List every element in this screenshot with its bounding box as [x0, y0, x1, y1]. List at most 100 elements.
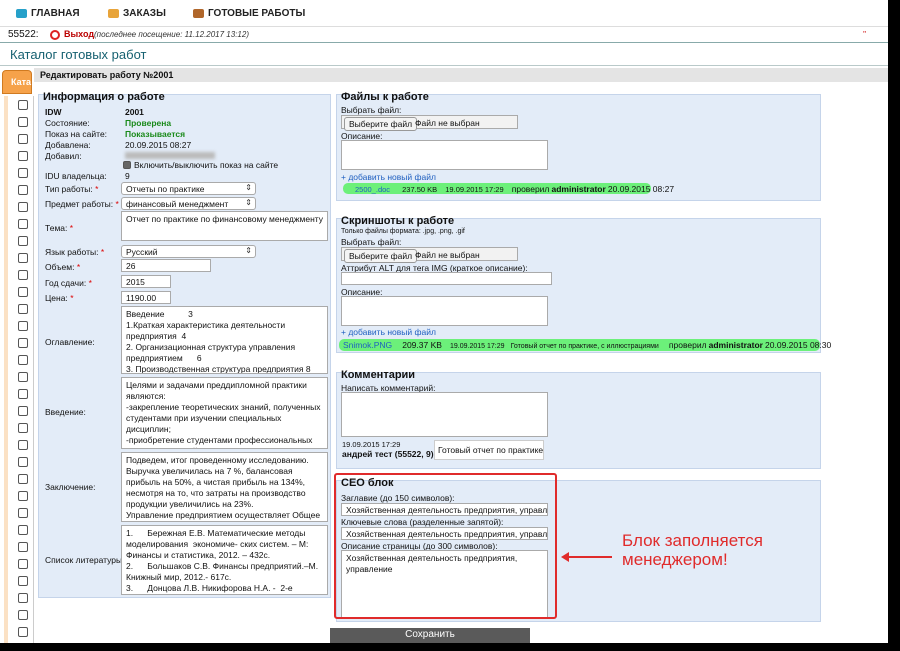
row-checkbox[interactable]: [18, 457, 28, 467]
row-checkbox[interactable]: [18, 270, 28, 280]
nav-orders-label: ЗАКАЗЫ: [123, 8, 166, 19]
row-checkbox[interactable]: [18, 338, 28, 348]
row-checkbox[interactable]: [18, 627, 28, 637]
row-checkbox[interactable]: [18, 100, 28, 110]
lit-field[interactable]: 1. Бережная Е.В. Математические методы м…: [121, 525, 328, 595]
file-chip[interactable]: 2500_.doc 237.50 KB 19.09.2015 17:29 про…: [343, 183, 674, 194]
row-checkbox[interactable]: [18, 372, 28, 382]
files-choose-button[interactable]: Выберите файл: [344, 117, 418, 131]
shots-add-link[interactable]: + добавить новый файл: [341, 327, 436, 337]
file-chip-admin: administrator: [551, 184, 606, 194]
row-checkbox[interactable]: [18, 576, 28, 586]
power-icon[interactable]: [50, 30, 60, 40]
shots-alt-field[interactable]: [341, 272, 552, 285]
row-checkbox[interactable]: [18, 168, 28, 178]
row-checkbox[interactable]: [18, 253, 28, 263]
topic-label: Тема: *: [45, 223, 74, 233]
comments-panel-title: Комментарии: [341, 369, 416, 381]
shots-no-file: Файл не выбран: [415, 250, 480, 260]
nav-home[interactable]: ГЛАВНАЯ: [16, 8, 80, 19]
row-checkbox[interactable]: [18, 304, 28, 314]
row-checkbox[interactable]: [18, 134, 28, 144]
idw-label: IDW: [45, 107, 62, 117]
row-checkbox[interactable]: [18, 355, 28, 365]
screenshot-chip[interactable]: Snimok.PNG 209.37 KB 19.09.2015 17:29 Го…: [339, 339, 831, 351]
files-no-file: Файл не выбран: [415, 118, 480, 128]
row-checkbox[interactable]: [18, 321, 28, 331]
lang-select[interactable]: Русский: [121, 245, 256, 258]
edit-header: Редактировать работу №2001: [34, 68, 888, 82]
row-checkbox[interactable]: [18, 440, 28, 450]
row-checkbox[interactable]: [18, 525, 28, 535]
file-chip-date: 19.09.2015 17:29: [445, 185, 504, 194]
file-chip-checked-date: 20.09.2015 08:27: [607, 184, 675, 194]
nav-orders[interactable]: ЗАКАЗЫ: [108, 8, 166, 19]
intro-field[interactable]: Целями и задачами преддипломной практики…: [121, 377, 328, 449]
row-checkbox[interactable]: [18, 593, 28, 603]
row-checkbox[interactable]: [18, 117, 28, 127]
shots-desc-field[interactable]: [341, 296, 548, 326]
addedby-label: Добавил:: [45, 151, 82, 161]
year-field[interactable]: 2015: [121, 275, 171, 288]
screenshot-chip-admin: administrator: [708, 340, 763, 350]
show-toggle-checkbox[interactable]: [123, 161, 131, 169]
row-checkbox[interactable]: [18, 287, 28, 297]
row-checkbox[interactable]: [18, 610, 28, 620]
year-label: Год сдачи: *: [45, 278, 92, 288]
lang-label: Язык работы: *: [45, 247, 105, 257]
row-checkbox[interactable]: [18, 236, 28, 246]
row-checkbox[interactable]: [18, 185, 28, 195]
screenshots-panel: Скриншоты к работе Только файлы формата:…: [336, 215, 831, 353]
comment-text: Готовый отчет по практике: [434, 440, 544, 460]
screenshot-chip-desc: Готовый отчет по практике, с иллюстрация…: [510, 343, 659, 350]
nav-ready-works[interactable]: ГОТОВЫЕ РАБОТЫ: [193, 8, 305, 19]
files-add-link[interactable]: + добавить новый файл: [341, 172, 436, 182]
row-checkbox[interactable]: [18, 491, 28, 501]
comment-field[interactable]: [341, 392, 548, 437]
logout-link[interactable]: Выход: [64, 29, 94, 39]
shots-choose-button[interactable]: Выберите файл: [344, 249, 418, 263]
subject-select[interactable]: финансовый менеджмент: [121, 197, 256, 210]
files-choose-label: Выбрать файл:: [341, 105, 402, 115]
screenshot-chip-size: 209.37 KB: [402, 340, 442, 350]
screenshot-chip-name[interactable]: Snimok.PNG: [343, 340, 392, 350]
seo-highlight-box: [334, 473, 557, 619]
intro-label: Введение:: [45, 407, 86, 417]
annotation-arrow: [566, 556, 612, 558]
toc-field[interactable]: Введение 3 1.Краткая характеристика деят…: [121, 306, 328, 374]
volume-label-text: Объем:: [45, 262, 75, 272]
briefcase-icon: [193, 9, 204, 18]
shots-formats: Только файлы формата: .jpg, .png, .gif: [341, 228, 465, 235]
row-checkbox[interactable]: [18, 474, 28, 484]
file-chip-checked: проверил: [511, 184, 550, 194]
tab-catalog[interactable]: Ката: [2, 70, 32, 94]
concl-label: Заключение:: [45, 482, 96, 492]
topic-field[interactable]: Отчет по практике по финансовому менеджм…: [121, 211, 328, 241]
concl-field[interactable]: Подведем, итог проведенному исследованию…: [121, 452, 328, 522]
row-checkbox[interactable]: [18, 406, 28, 416]
worktype-select[interactable]: Отчеты по практике: [121, 182, 256, 195]
volume-field[interactable]: 26: [121, 259, 211, 272]
info-panel-title: Информация о работе: [43, 91, 165, 103]
subject-label: Предмет работы: *: [45, 199, 119, 209]
save-button[interactable]: Сохранить: [330, 628, 530, 643]
lit-label: Список литературы:: [45, 555, 125, 565]
subject-label-text: Предмет работы:: [45, 199, 114, 209]
row-checkbox[interactable]: [18, 219, 28, 229]
screenshot-chip-checked-date: 20.09.2015 08:30: [765, 340, 832, 350]
row-checkbox-column: [8, 96, 34, 643]
row-checkbox[interactable]: [18, 559, 28, 569]
row-checkbox[interactable]: [18, 202, 28, 212]
files-file-input: Выберите файл Файл не выбран: [341, 115, 518, 131]
row-checkbox[interactable]: [18, 151, 28, 161]
home-icon: [16, 9, 27, 18]
row-checkbox[interactable]: [18, 423, 28, 433]
price-field[interactable]: 1190.00: [121, 291, 171, 304]
file-chip-name[interactable]: 2500_.doc: [347, 185, 390, 194]
row-checkbox[interactable]: [18, 389, 28, 399]
row-checkbox[interactable]: [18, 508, 28, 518]
user-bar: 55522: Выход (последнее посещение: 11.12…: [0, 26, 888, 42]
screenshot-chip-checked: проверил: [668, 340, 707, 350]
files-desc-field[interactable]: [341, 140, 548, 170]
row-checkbox[interactable]: [18, 542, 28, 552]
